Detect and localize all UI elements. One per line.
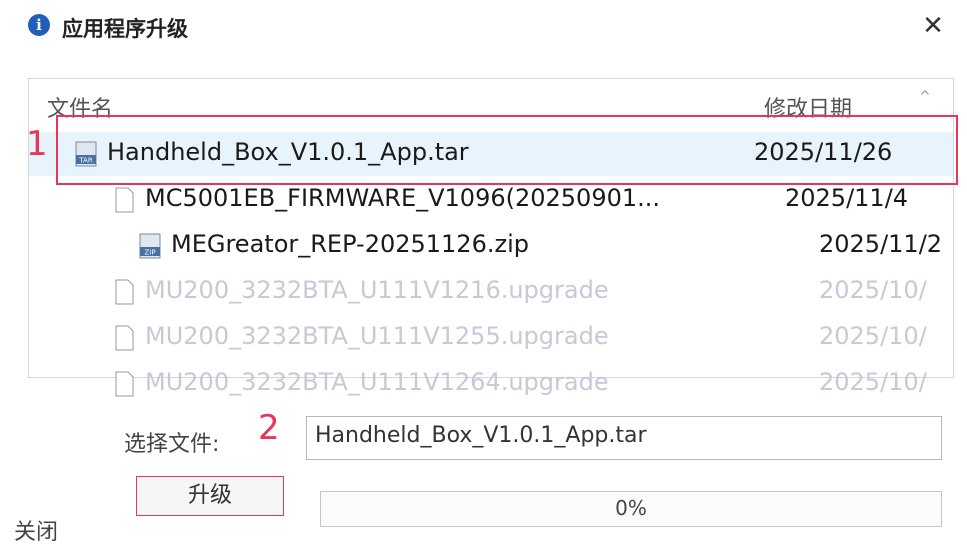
file-name: MC5001EB_FIRMWARE_V1096(20250901... (145, 184, 661, 212)
file-date: 2025/10/ (819, 322, 927, 350)
file-icon (111, 325, 137, 351)
info-icon: i (28, 14, 50, 36)
progress-percent: 0% (615, 496, 647, 520)
upgrade-progress-bar: 0% (320, 491, 942, 527)
file-name: MU200_3232BTA_U111V1255.upgrade (145, 322, 609, 350)
file-date: 2025/11/4 (785, 184, 909, 212)
file-date: 2025/11/2 (819, 230, 943, 258)
svg-text:ZIP: ZIP (144, 249, 155, 257)
sort-ascending-icon: ^ (919, 89, 931, 105)
zip-archive-icon: ZIP (137, 233, 163, 259)
file-icon (111, 279, 137, 305)
file-icon (111, 187, 137, 213)
annotation-step-1: 1 (26, 124, 48, 164)
selected-file-field[interactable]: Handheld_Box_V1.0.1_App.tar (306, 416, 942, 460)
file-row[interactable]: MU200_3232BTA_U111V1216.upgrade 2025/10/ (29, 270, 953, 314)
controls-panel: 选择文件: Handheld_Box_V1.0.1_App.tar 升级 关闭 … (0, 380, 967, 545)
window-title: 应用程序升级 (62, 17, 188, 41)
annotation-box-1 (56, 115, 958, 185)
file-row[interactable]: ZIP MEGreator_REP-20251126.zip 2025/11/2 (29, 224, 953, 268)
upgrade-button[interactable]: 升级 (136, 476, 284, 516)
file-row[interactable]: MU200_3232BTA_U111V1255.upgrade 2025/10/ (29, 316, 953, 360)
close-button[interactable]: 关闭 (14, 514, 58, 545)
file-date: 2025/10/ (819, 276, 927, 304)
title-bar: i 应用程序升级 ✕ (0, 0, 967, 52)
close-window-button[interactable]: ✕ (913, 8, 953, 44)
file-name: MU200_3232BTA_U111V1216.upgrade (145, 276, 609, 304)
select-file-label: 选择文件: (124, 432, 220, 457)
file-name: MEGreator_REP-20251126.zip (171, 230, 529, 258)
